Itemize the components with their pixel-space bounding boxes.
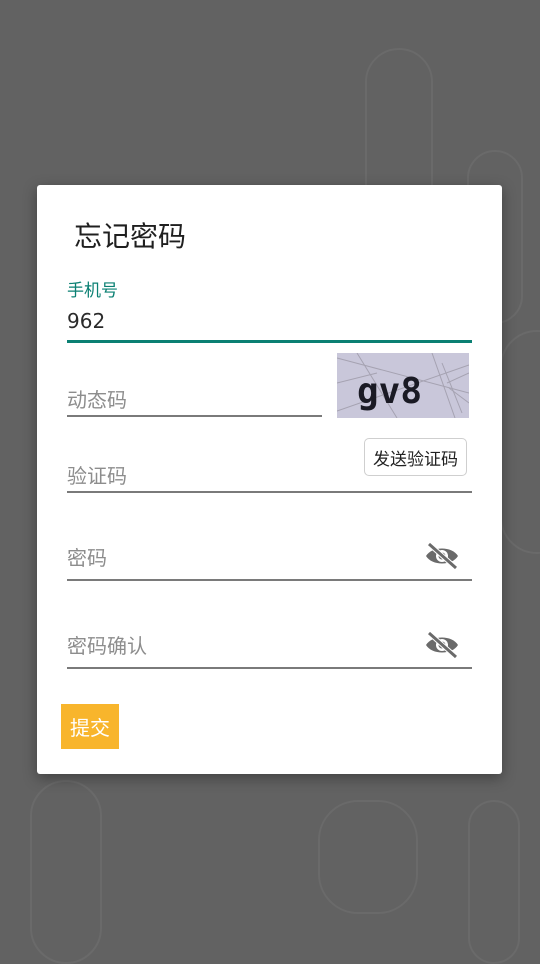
password-underline: [67, 579, 472, 581]
verify-code-underline: [67, 491, 472, 493]
phone-input[interactable]: 962: [67, 309, 105, 333]
captcha-text: gv8: [357, 371, 422, 412]
captcha-image[interactable]: gv8: [336, 352, 470, 419]
captcha-graphic: gv8: [336, 352, 470, 419]
submit-button[interactable]: 提交: [61, 704, 119, 749]
phone-label: 手机号: [67, 281, 118, 301]
dialog-title: 忘记密码: [74, 220, 187, 253]
forgot-password-dialog: 忘记密码 手机号 962 动态码 gv8 验证码 发送验证码 密码 密码确认 提…: [37, 185, 502, 774]
dynamic-code-underline: [67, 415, 322, 417]
phone-underline: [67, 340, 472, 343]
password-confirm-underline: [67, 667, 472, 669]
send-code-button[interactable]: 发送验证码: [364, 438, 467, 476]
dynamic-code-input[interactable]: 动态码: [67, 384, 127, 413]
eye-slash-icon[interactable]: [424, 542, 460, 570]
password-input[interactable]: 密码: [67, 542, 107, 571]
verify-code-input[interactable]: 验证码: [67, 460, 127, 489]
password-confirm-input[interactable]: 密码确认: [67, 630, 147, 659]
eye-slash-icon[interactable]: [424, 631, 460, 659]
